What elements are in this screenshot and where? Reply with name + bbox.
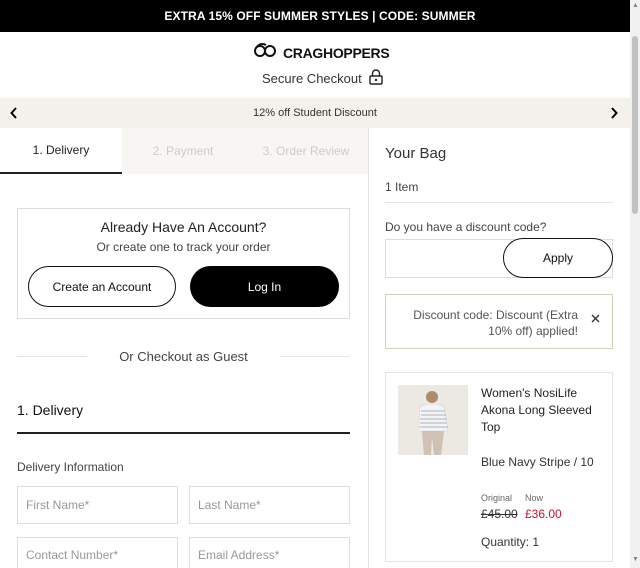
bag-product-card: Women's NosiLife Akona Long Sleeved Top … <box>385 372 613 562</box>
guest-checkout-label: Or Checkout as Guest <box>119 348 248 364</box>
product-variant: Blue Navy Stripe / 10 <box>481 455 594 469</box>
close-icon[interactable] <box>591 312 600 326</box>
brand-name: CRAGHOPPERS <box>283 44 390 61</box>
discount-applied-notice: Discount code: Discount (Extra 10% off) … <box>385 294 613 349</box>
promo-text: EXTRA 15% OFF SUMMER STYLES | CODE: SUMM… <box>164 9 476 23</box>
bag-title: Your Bag <box>385 145 447 162</box>
tab-delivery[interactable]: 1. Delivery <box>0 128 122 174</box>
checkout-steps: 1. Delivery 2. Payment 3. Order Review <box>0 128 368 174</box>
scroll-up-icon[interactable]: ▲ <box>632 2 639 9</box>
tab-payment[interactable]: 2. Payment <box>122 128 244 174</box>
create-account-button[interactable]: Create an Account <box>28 266 176 307</box>
sale-price: £36.00 <box>525 507 562 521</box>
chevron-left-icon[interactable] <box>6 104 22 122</box>
secure-checkout: Secure Checkout <box>262 69 383 88</box>
scroll-down-icon[interactable]: ▼ <box>632 556 639 563</box>
bag-item-count: 1 Item <box>385 180 419 194</box>
account-subtitle: Or create one to track your order <box>96 240 271 254</box>
scrollbar-thumb[interactable] <box>632 36 638 214</box>
account-title: Already Have An Account? <box>100 219 267 235</box>
tab-order-review[interactable]: 3. Order Review <box>244 128 368 174</box>
brand-logo[interactable]: CRAGHOPPERS <box>254 42 390 63</box>
original-price: £45.00 <box>481 507 518 521</box>
craghoppers-logo-icon <box>254 42 278 63</box>
checkout-header: CRAGHOPPERS Secure Checkout <box>0 32 630 98</box>
lock-icon <box>369 69 383 88</box>
now-price-label: Now <box>525 493 544 503</box>
product-name[interactable]: Women's NosiLife Akona Long Sleeved Top <box>481 385 601 436</box>
account-panel: Already Have An Account? Or create one t… <box>17 208 350 319</box>
original-price-label: Original <box>481 493 513 503</box>
divider <box>385 202 613 203</box>
offers-carousel: 12% off Student Discount <box>0 98 630 128</box>
delivery-information-label: Delivery Information <box>17 460 124 474</box>
divider-line <box>280 356 350 357</box>
first-name-field[interactable]: First Name* <box>17 486 178 524</box>
divider-line <box>17 356 87 357</box>
email-address-field[interactable]: Email Address* <box>189 537 350 568</box>
apply-discount-button[interactable]: Apply <box>503 238 613 278</box>
checkout-form-column: 1. Delivery 2. Payment 3. Order Review A… <box>0 128 368 568</box>
secure-checkout-label: Secure Checkout <box>262 71 362 86</box>
chevron-right-icon[interactable] <box>606 104 622 122</box>
discount-question: Do you have a discount code? <box>385 220 547 234</box>
page-scrollbar[interactable]: ▲ ▼ <box>630 0 640 568</box>
guest-divider: Or Checkout as Guest <box>17 346 350 366</box>
delivery-heading: 1. Delivery <box>17 402 350 434</box>
login-button[interactable]: Log In <box>190 266 339 307</box>
discount-notice-text: Discount code: Discount (Extra 10% off) … <box>413 308 578 338</box>
product-quantity: Quantity: 1 <box>481 535 540 549</box>
promo-banner: EXTRA 15% OFF SUMMER STYLES | CODE: SUMM… <box>0 0 640 32</box>
carousel-text: 12% off Student Discount <box>253 107 377 119</box>
product-thumbnail[interactable] <box>398 385 468 455</box>
last-name-field[interactable]: Last Name* <box>189 486 350 524</box>
contact-number-field[interactable]: Contact Number* <box>17 537 178 568</box>
bag-summary-column: Your Bag 1 Item Do you have a discount c… <box>368 128 630 568</box>
